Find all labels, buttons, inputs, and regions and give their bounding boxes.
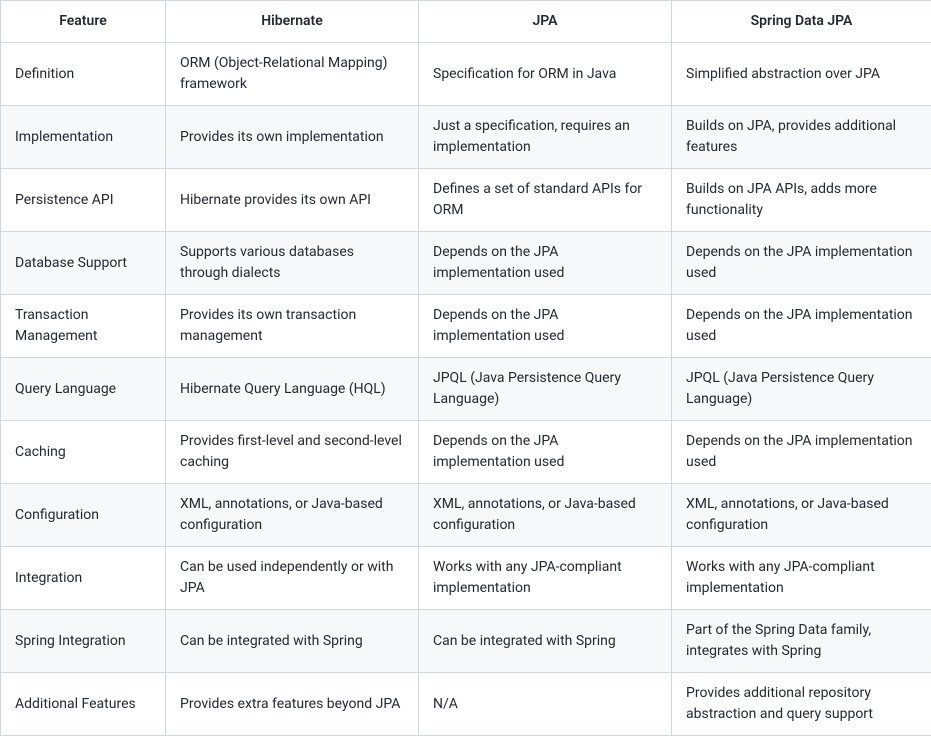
table-body: DefinitionORM (Object-Relational Mapping… [1,43,931,736]
header-springdata: Spring Data JPA [672,1,931,43]
cell-feature: Caching [1,421,166,484]
cell-hibernate: Provides its own transaction management [166,295,419,358]
cell-jpa: Just a specification, requires an implem… [419,106,672,169]
table-row: ConfigurationXML, annotations, or Java-b… [1,484,931,547]
header-jpa: JPA [419,1,672,43]
table-row: ImplementationProvides its own implement… [1,106,931,169]
table-row: Database SupportSupports various databas… [1,232,931,295]
table-row: IntegrationCan be used independently or … [1,547,931,610]
table-row: Persistence APIHibernate provides its ow… [1,169,931,232]
cell-jpa: Specification for ORM in Java [419,43,672,106]
cell-springdata: Simplified abstraction over JPA [672,43,931,106]
cell-springdata: XML, annotations, or Java-based configur… [672,484,931,547]
cell-hibernate: Hibernate provides its own API [166,169,419,232]
cell-springdata: Works with any JPA-compliant implementat… [672,547,931,610]
cell-jpa: XML, annotations, or Java-based configur… [419,484,672,547]
cell-jpa: Can be integrated with Spring [419,610,672,673]
cell-jpa: Depends on the JPA implementation used [419,421,672,484]
cell-hibernate: ORM (Object-Relational Mapping) framewor… [166,43,419,106]
cell-hibernate: XML, annotations, or Java-based configur… [166,484,419,547]
table-row: Spring IntegrationCan be integrated with… [1,610,931,673]
cell-jpa: Depends on the JPA implementation used [419,232,672,295]
cell-springdata: Depends on the JPA implementation used [672,295,931,358]
table-row: CachingProvides first-level and second-l… [1,421,931,484]
cell-jpa: N/A [419,673,672,736]
header-hibernate: Hibernate [166,1,419,43]
cell-hibernate: Provides extra features beyond JPA [166,673,419,736]
cell-hibernate: Provides first-level and second-level ca… [166,421,419,484]
cell-springdata: Provides additional repository abstracti… [672,673,931,736]
cell-springdata: Builds on JPA APIs, adds more functional… [672,169,931,232]
header-row: Feature Hibernate JPA Spring Data JPA [1,1,931,43]
cell-springdata: JPQL (Java Persistence Query Language) [672,358,931,421]
cell-feature: Query Language [1,358,166,421]
cell-springdata: Depends on the JPA implementation used [672,421,931,484]
cell-feature: Implementation [1,106,166,169]
cell-feature: Definition [1,43,166,106]
cell-hibernate: Can be integrated with Spring [166,610,419,673]
cell-feature: Configuration [1,484,166,547]
cell-jpa: JPQL (Java Persistence Query Language) [419,358,672,421]
cell-hibernate: Hibernate Query Language (HQL) [166,358,419,421]
table-row: DefinitionORM (Object-Relational Mapping… [1,43,931,106]
cell-springdata: Part of the Spring Data family, integrat… [672,610,931,673]
table-row: Transaction ManagementProvides its own t… [1,295,931,358]
cell-springdata: Depends on the JPA implementation used [672,232,931,295]
comparison-table: Feature Hibernate JPA Spring Data JPA De… [0,0,931,736]
cell-feature: Transaction Management [1,295,166,358]
cell-jpa: Depends on the JPA implementation used [419,295,672,358]
cell-feature: Spring Integration [1,610,166,673]
cell-hibernate: Provides its own implementation [166,106,419,169]
cell-feature: Database Support [1,232,166,295]
cell-feature: Integration [1,547,166,610]
header-feature: Feature [1,1,166,43]
cell-feature: Persistence API [1,169,166,232]
cell-hibernate: Supports various databases through diale… [166,232,419,295]
cell-springdata: Builds on JPA, provides additional featu… [672,106,931,169]
cell-hibernate: Can be used independently or with JPA [166,547,419,610]
cell-jpa: Defines a set of standard APIs for ORM [419,169,672,232]
table-row: Additional FeaturesProvides extra featur… [1,673,931,736]
cell-feature: Additional Features [1,673,166,736]
table-row: Query LanguageHibernate Query Language (… [1,358,931,421]
cell-jpa: Works with any JPA-compliant implementat… [419,547,672,610]
